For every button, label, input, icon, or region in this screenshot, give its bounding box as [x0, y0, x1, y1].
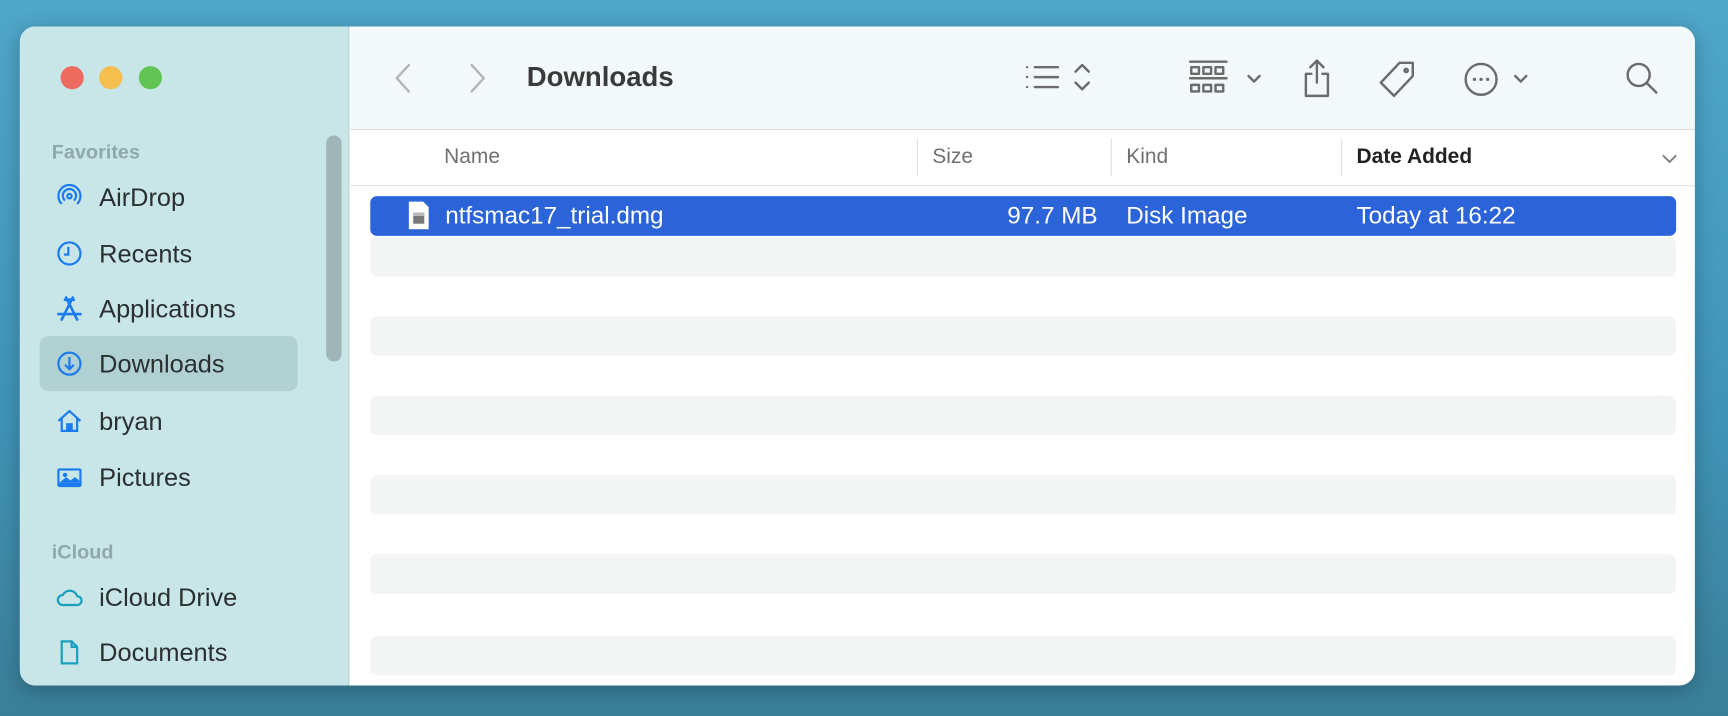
finder-window: Favorites AirDrop Recents Applications D… [19, 26, 1695, 686]
chevron-right-icon [470, 63, 485, 93]
empty-row [370, 474, 1677, 515]
file-name: ntfsmac17_trial.dmg [445, 201, 664, 230]
file-date-added: Today at 16:22 [1356, 201, 1516, 230]
close-button[interactable] [60, 66, 84, 90]
section-icloud: iCloud [51, 541, 114, 564]
more-actions-button[interactable] [1463, 60, 1534, 100]
sidebar-item-label: Pictures [99, 462, 191, 491]
sort-chevron-icon[interactable] [1662, 153, 1677, 164]
back-button[interactable] [392, 62, 414, 95]
empty-row [370, 395, 1677, 436]
search-icon [1626, 62, 1658, 94]
tags-button[interactable] [1378, 60, 1418, 100]
sidebar-item-label: Downloads [99, 348, 225, 378]
chevron-left-icon [395, 63, 411, 93]
column-header: Name Size Kind Date Added [350, 131, 1695, 187]
sidebar-item-label: bryan [99, 406, 163, 435]
clock-icon [57, 241, 82, 266]
sidebar: Favorites AirDrop Recents Applications D… [19, 26, 350, 686]
empty-row [370, 316, 1677, 356]
sidebar-item-recents[interactable]: Recents [40, 226, 298, 281]
sidebar-item-downloads[interactable]: Downloads [39, 336, 298, 392]
main-pane: Downloads Name Size Kind Date Added ntfs… [350, 26, 1695, 685]
view-options-button[interactable] [1023, 62, 1100, 95]
window-title: Downloads [526, 61, 674, 93]
sidebar-item-label: AirDrop [99, 182, 186, 212]
tag-icon [1379, 61, 1414, 98]
column-divider[interactable] [1341, 138, 1343, 177]
share-icon [1304, 59, 1330, 98]
column-kind[interactable]: Kind [1126, 145, 1168, 169]
group-button[interactable] [1188, 60, 1265, 97]
sidebar-item-airdrop[interactable]: AirDrop [40, 170, 298, 225]
group-grid-icon [1188, 60, 1261, 93]
empty-row [370, 236, 1677, 277]
home-icon [57, 409, 82, 432]
list-view-icon [1025, 63, 1090, 91]
file-row[interactable]: ntfsmac17_trial.dmg 97.7 MB Disk Image T… [370, 196, 1677, 236]
share-button[interactable] [1300, 57, 1333, 99]
download-icon [57, 351, 82, 376]
zoom-button[interactable] [138, 66, 162, 90]
toolbar: Downloads [350, 26, 1695, 131]
photo-icon [57, 468, 82, 488]
applications-icon [57, 296, 82, 321]
sidebar-item-pictures[interactable]: Pictures [40, 450, 298, 505]
airdrop-icon [57, 183, 82, 205]
disk-image-file-icon [408, 201, 429, 230]
sidebar-item-icloud-drive[interactable]: iCloud Drive [40, 570, 298, 625]
column-date-added[interactable]: Date Added [1357, 145, 1473, 169]
column-divider[interactable] [916, 138, 918, 177]
file-size: 97.7 MB [1007, 201, 1098, 230]
empty-row [370, 635, 1677, 676]
minimize-button[interactable] [99, 66, 123, 90]
empty-row [370, 554, 1677, 594]
sidebar-item-label: iCloud Drive [99, 582, 238, 612]
section-favorites: Favorites [51, 141, 141, 164]
cloud-icon [56, 589, 83, 607]
column-divider[interactable] [1110, 138, 1112, 177]
forward-button[interactable] [466, 62, 488, 95]
sidebar-item-label: Recents [99, 238, 193, 268]
sidebar-scrollbar[interactable] [326, 135, 342, 362]
sidebar-item-bryan[interactable]: bryan [40, 393, 298, 448]
document-icon [60, 640, 79, 665]
sidebar-item-label: Applications [99, 293, 236, 323]
sidebar-item-applications[interactable]: Applications [40, 281, 298, 336]
search-button[interactable] [1623, 60, 1660, 97]
sidebar-item-label: Documents [99, 637, 228, 667]
sidebar-item-documents[interactable]: Documents [40, 625, 298, 680]
column-name[interactable]: Name [444, 145, 500, 169]
ellipsis-circle-icon [1464, 62, 1528, 96]
file-kind: Disk Image [1126, 201, 1248, 230]
column-size[interactable]: Size [932, 145, 973, 169]
